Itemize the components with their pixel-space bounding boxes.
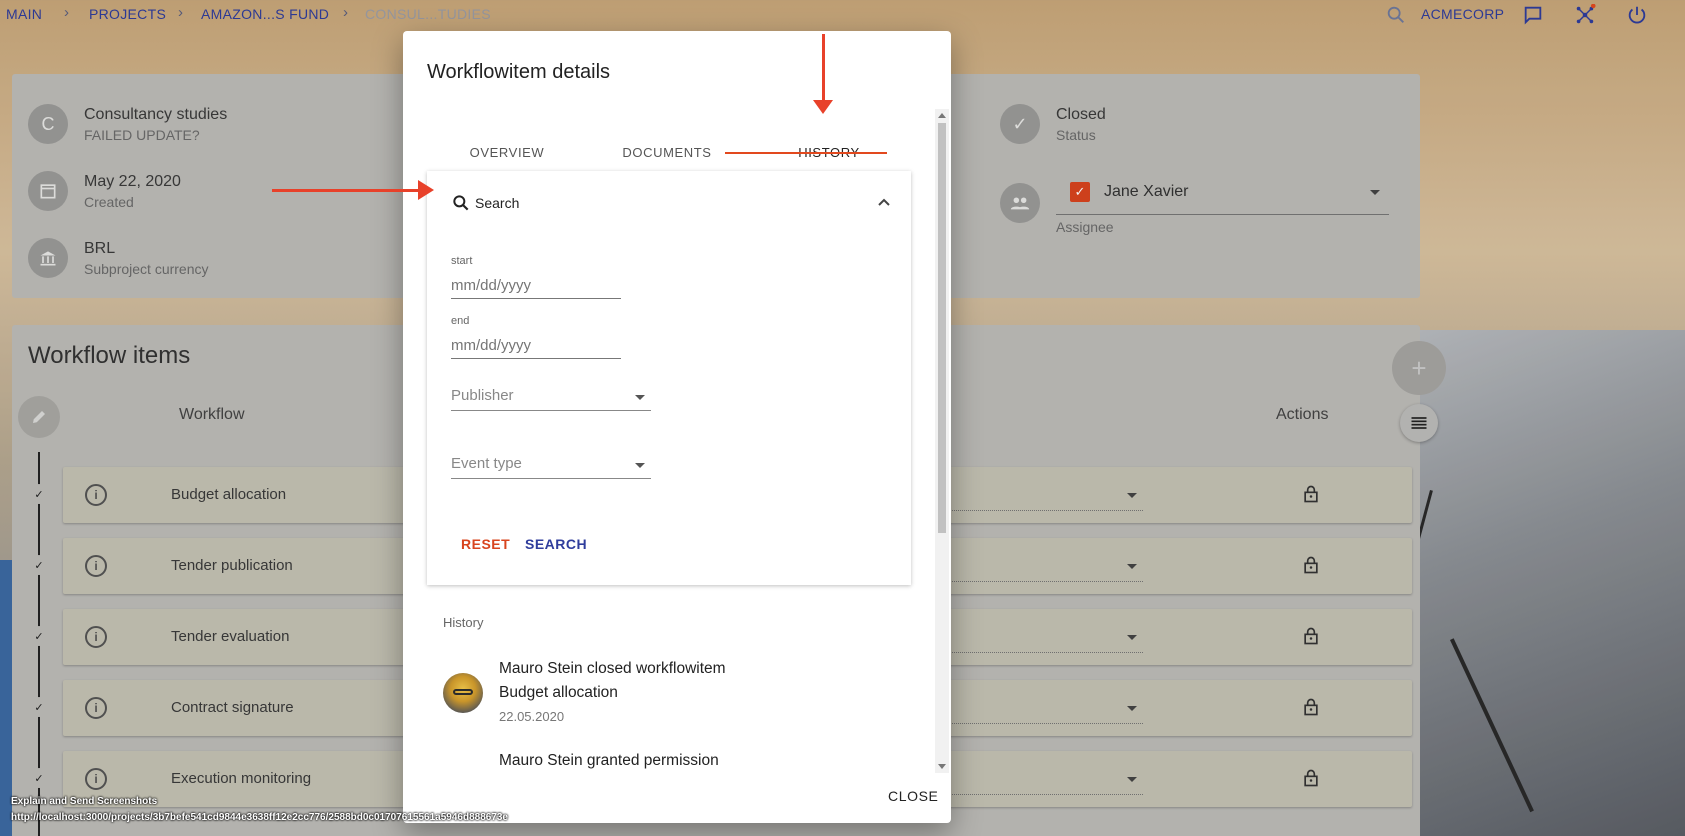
avatar-glasses bbox=[453, 689, 473, 695]
end-date-label: end bbox=[451, 315, 470, 327]
chevron-up-icon[interactable] bbox=[877, 197, 891, 207]
dialog-title: Workflowitem details bbox=[427, 61, 611, 83]
annotation-arrowhead-down bbox=[813, 100, 833, 114]
history-event-text: Mauro Stein closed workflowitem bbox=[499, 660, 726, 677]
search-icon[interactable] bbox=[451, 193, 471, 213]
screenshot-tool-title: Explain and Send Screenshots bbox=[11, 796, 158, 807]
close-button[interactable]: CLOSE bbox=[888, 788, 938, 804]
end-date-input[interactable] bbox=[451, 331, 621, 359]
publisher-select-label: Publisher bbox=[451, 387, 514, 404]
search-button[interactable]: SEARCH bbox=[525, 536, 587, 552]
active-tab-indicator bbox=[725, 152, 887, 154]
start-date-label: start bbox=[451, 255, 473, 267]
screenshot-url: http://localhost:3000/projects/3b7befe54… bbox=[11, 812, 508, 823]
publisher-select[interactable]: Publisher bbox=[451, 381, 651, 411]
annotation-arrowhead-right bbox=[418, 180, 434, 200]
start-date-input[interactable] bbox=[451, 271, 621, 299]
scrollbar-thumb[interactable] bbox=[938, 123, 946, 533]
workflowitem-details-dialog: Workflowitem details OVERVIEW DOCUMENTS … bbox=[403, 31, 951, 823]
dialog-scrollbar[interactable] bbox=[935, 109, 949, 773]
history-heading: History bbox=[443, 615, 484, 630]
reset-button[interactable]: RESET bbox=[461, 536, 510, 552]
event-type-select-label: Event type bbox=[451, 455, 522, 472]
scroll-up-icon[interactable] bbox=[938, 113, 946, 118]
history-event-item: Budget allocation bbox=[499, 684, 618, 701]
history-event-date: 22.05.2020 bbox=[499, 709, 565, 724]
chevron-down-icon bbox=[635, 395, 645, 400]
search-panel: Search start end Publisher Event type RE… bbox=[427, 171, 911, 585]
event-type-select[interactable]: Event type bbox=[451, 449, 651, 479]
chevron-down-icon bbox=[635, 463, 645, 468]
annotation-arrow-down bbox=[822, 34, 825, 104]
annotation-arrow-right bbox=[272, 189, 422, 192]
scroll-down-icon[interactable] bbox=[938, 764, 946, 769]
avatar bbox=[443, 673, 483, 713]
search-panel-label[interactable]: Search bbox=[475, 195, 519, 211]
history-event-text: Mauro Stein granted permission bbox=[499, 752, 719, 769]
